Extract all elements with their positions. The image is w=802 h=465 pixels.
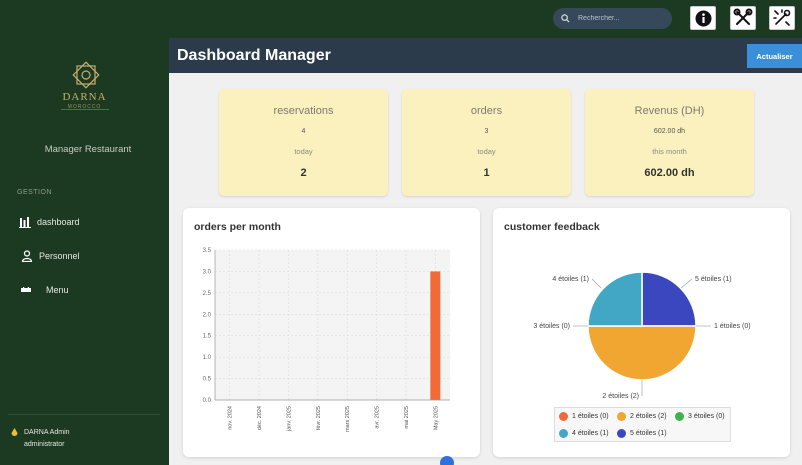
legend-item[interactable]: 5 étoiles (1): [617, 429, 667, 438]
x-tick-label: mars 2025: [345, 406, 351, 432]
scroll-to-top-button[interactable]: [440, 456, 454, 465]
sidebar-divider: [8, 414, 160, 415]
stat-value-secondary: 1: [483, 167, 490, 179]
y-tick-label: 0.5: [203, 377, 212, 383]
leader-line: [680, 278, 693, 289]
pie-slice: [587, 325, 697, 381]
x-tick-label: nov. 2024: [228, 406, 234, 430]
stat-card-reservations: reservations 4 today 2: [219, 89, 388, 196]
y-tick-label: 1.0: [203, 355, 212, 361]
stat-card-orders: orders 3 today 1: [402, 89, 571, 196]
sidebar-item-label: Personnel: [39, 251, 80, 261]
user-status-icon: [11, 428, 18, 436]
darna-logo-icon: [72, 61, 100, 89]
x-tick-label: mai 2025: [404, 406, 410, 429]
legend-swatch: [559, 429, 568, 438]
feedback-panel-title: customer feedback: [504, 221, 600, 233]
stat-value: 4: [301, 128, 306, 135]
y-tick-label: 2.0: [203, 312, 212, 318]
legend-label: 2 étoiles (2): [630, 413, 667, 420]
stat-title: reservations: [273, 105, 334, 117]
info-icon: [695, 10, 711, 26]
stat-value: 3: [484, 128, 489, 135]
legend-label: 1 étoiles (0): [572, 413, 609, 420]
user-role: administrator: [24, 441, 65, 448]
stat-title: Revenus (DH): [634, 105, 705, 117]
search-box[interactable]: [553, 8, 672, 29]
orders-panel-title: orders per month: [194, 221, 281, 233]
wrench-icon: [773, 9, 791, 26]
tools-icon: [733, 8, 753, 25]
menu-icon: [21, 287, 31, 292]
chart-legend: 1 étoiles (0) 2 étoiles (2) 3 étoiles (0…: [554, 407, 731, 442]
slice-label: 4 étoiles (1): [552, 276, 589, 283]
orders-bar-chart: 0.0 0.5 1.0 1.5 2.0 2.5 3.0 3.5 nov. 2024 déc. 20…: [203, 248, 450, 432]
legend-swatch: [617, 412, 626, 421]
stat-title: orders: [470, 105, 503, 117]
sidebar-item-label: dashboard: [37, 217, 80, 227]
role-label: Manager Restaurant: [44, 144, 132, 155]
brand-name: DARNA: [62, 91, 107, 103]
legend-label: 5 étoiles (1): [630, 430, 667, 437]
sidebar-item-dashboard[interactable]: dashboard: [0, 210, 169, 234]
page-header: Dashboard Manager: [169, 38, 802, 73]
slice-label: 2 étoiles (2): [602, 393, 639, 400]
sidebar-item-menu[interactable]: Menu: [0, 278, 169, 302]
legend-item[interactable]: 2 étoiles (2): [617, 412, 667, 421]
pie-slice: [587, 271, 643, 327]
x-tick-label: déc. 2024: [257, 406, 263, 430]
sidebar-item-personnel[interactable]: Personnel: [0, 244, 169, 268]
info-button[interactable]: [690, 6, 716, 30]
stat-period: this month: [652, 147, 687, 156]
user-info: DARNA Admin administrator: [24, 427, 70, 451]
y-tick-label: 1.5: [203, 334, 212, 340]
legend-label: 3 étoiles (0): [688, 413, 725, 420]
stat-period: today: [477, 147, 496, 156]
brand-subtitle: MOROCCO: [67, 104, 102, 110]
sidebar: DARNA MOROCCO Manager Restaurant GESTION…: [0, 38, 169, 465]
legend-item[interactable]: 4 étoiles (1): [559, 429, 609, 438]
legend-swatch: [675, 412, 684, 421]
chart-bar-icon: [19, 217, 31, 228]
slice-label: 3 étoiles (0): [533, 323, 570, 330]
slice-label: 1 étoiles (0): [714, 323, 751, 330]
stat-card-revenue: Revenus (DH) 602.00 dh this month 602.00…: [585, 89, 754, 196]
user-icon: [21, 250, 33, 262]
x-tick-label: févr. 2025: [316, 406, 322, 430]
top-bar: [0, 0, 802, 38]
leader-line: [591, 278, 602, 289]
feedback-pie-chart: 1 étoiles (0) 2 étoiles (2) 3 étoiles (0) 4…: [533, 271, 751, 400]
tools-button[interactable]: [730, 6, 756, 30]
pie-slice: [641, 271, 697, 327]
stat-period: today: [294, 147, 313, 156]
y-tick-label: 3.5: [203, 248, 212, 254]
legend-swatch: [559, 412, 568, 421]
legend-item[interactable]: 1 étoiles (0): [559, 412, 609, 421]
page-title: Dashboard Manager: [177, 47, 331, 64]
legend-label: 4 étoiles (1): [572, 430, 609, 437]
y-tick-label: 3.0: [203, 269, 212, 275]
x-tick-label: janv. 2025: [286, 406, 292, 432]
stat-value: 602.00 dh: [653, 128, 686, 135]
y-tick-label: 2.5: [203, 291, 212, 297]
x-tick-label: May 2025: [433, 406, 439, 430]
section-label: GESTION: [17, 189, 53, 196]
x-tick-label: avr. 2025: [375, 406, 381, 429]
plot-area: [215, 250, 450, 400]
stat-value-secondary: 2: [300, 167, 307, 179]
legend-item[interactable]: 3 étoiles (0): [675, 412, 725, 421]
stat-value-secondary: 602.00 dh: [644, 167, 695, 179]
legend-swatch: [617, 429, 626, 438]
sidebar-item-label: Menu: [46, 285, 69, 295]
bar: [430, 271, 441, 400]
search-input[interactable]: [578, 15, 666, 22]
user-name: DARNA Admin: [24, 429, 70, 436]
y-tick-label: 0.0: [203, 398, 212, 404]
slice-label: 5 étoiles (1): [695, 276, 732, 283]
refresh-button[interactable]: Actualiser: [747, 44, 802, 68]
wrench-button[interactable]: [769, 6, 795, 30]
search-icon: [561, 14, 570, 23]
